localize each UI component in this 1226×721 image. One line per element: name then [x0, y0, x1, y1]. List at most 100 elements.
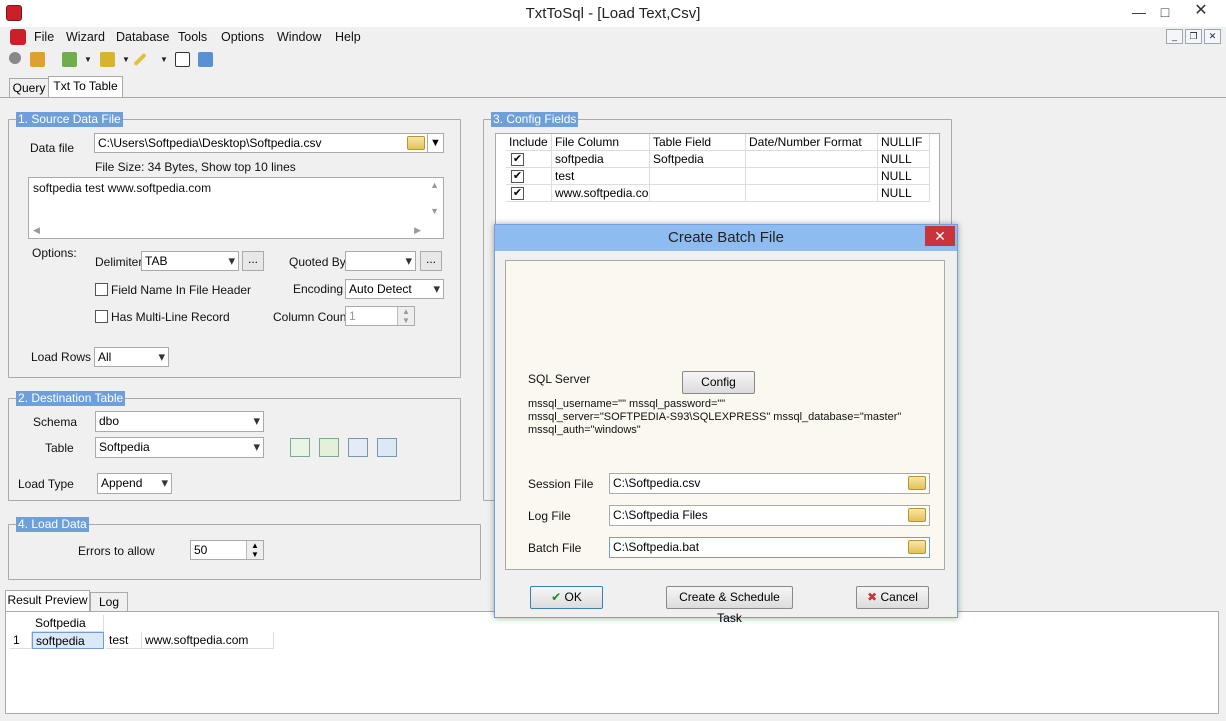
include-checkbox[interactable]: ✔: [511, 170, 524, 183]
tab-log[interactable]: Log: [90, 592, 128, 612]
data-file-dropdown[interactable]: ▼: [427, 133, 444, 153]
wand-dropdown-icon[interactable]: ▼: [160, 55, 168, 64]
preview-textarea[interactable]: softpedia test www.softpedia.com ▲ ▼ ◀ ▶: [28, 177, 444, 239]
dialog-close-button[interactable]: ✕: [925, 226, 955, 246]
field-name-header-checkbox[interactable]: [95, 283, 108, 296]
tab-query[interactable]: Query: [9, 78, 49, 98]
result-header[interactable]: Softpedia: [32, 615, 104, 632]
session-file-folder-icon[interactable]: [908, 476, 926, 490]
result-grid[interactable]: Softpedia 1 softpedia test www.softpedia…: [5, 611, 1219, 714]
load-icon[interactable]: [100, 52, 115, 67]
scroll-right-icon[interactable]: ▶: [414, 225, 421, 236]
scroll-up-icon[interactable]: ▲: [430, 180, 439, 190]
minimize-button[interactable]: —: [1126, 2, 1152, 22]
row-nullif[interactable]: NULL: [878, 185, 930, 202]
delimiter-select[interactable]: TAB: [141, 251, 239, 271]
result-cell[interactable]: softpedia: [32, 632, 104, 649]
menu-window[interactable]: Window: [277, 30, 321, 44]
delimiter-more-button[interactable]: ...: [242, 251, 264, 271]
batch-file-folder-icon[interactable]: [908, 540, 926, 554]
column-count-spinner[interactable]: 1 ▲ ▼: [345, 306, 415, 326]
qr-icon[interactable]: [175, 52, 190, 67]
batch-file-input[interactable]: C:\Softpedia.bat: [609, 537, 930, 558]
check-icon: ✔: [551, 590, 562, 604]
include-checkbox[interactable]: ✔: [511, 187, 524, 200]
ok-button-label: OK: [564, 590, 582, 604]
user-icon[interactable]: [30, 52, 45, 67]
mdi-restore-button[interactable]: ❐: [1185, 29, 1202, 44]
new-table-icon[interactable]: [290, 438, 310, 457]
row-file-column[interactable]: softpedia: [552, 151, 650, 168]
multi-line-checkbox[interactable]: [95, 310, 108, 323]
row-table-field[interactable]: Softpedia: [650, 151, 746, 168]
tab-txt-to-table[interactable]: Txt To Table: [48, 76, 123, 98]
menu-options[interactable]: Options: [221, 30, 264, 44]
errors-value: 50: [194, 543, 208, 557]
column-header-format[interactable]: Date/Number Format: [746, 134, 878, 151]
column-count-arrows-icon[interactable]: ▲ ▼: [397, 307, 414, 325]
scroll-left-icon[interactable]: ◀: [33, 225, 40, 236]
table-dropdown-icon[interactable]: ▼: [84, 55, 92, 64]
table-select[interactable]: Softpedia: [95, 437, 264, 458]
row-format[interactable]: [746, 151, 878, 168]
row-file-column[interactable]: test: [552, 168, 650, 185]
wand-icon[interactable]: [133, 52, 147, 67]
menu-wizard[interactable]: Wizard: [66, 30, 105, 44]
row-table-field[interactable]: [650, 185, 746, 202]
row-nullif[interactable]: NULL: [878, 168, 930, 185]
schema-label: Schema: [33, 415, 78, 429]
config-fields-grid[interactable]: Include File Column Table Field Date/Num…: [495, 133, 940, 231]
session-file-label: Session File: [528, 477, 594, 491]
row-format[interactable]: [746, 168, 878, 185]
row-file-column[interactable]: www.softpedia.com: [552, 185, 650, 202]
session-file-input[interactable]: C:\Softpedia.csv: [609, 473, 930, 494]
row-nullif[interactable]: NULL: [878, 151, 930, 168]
refresh-table-icon[interactable]: [319, 438, 339, 457]
tab-result-preview[interactable]: Result Preview: [5, 590, 90, 612]
encoding-select[interactable]: Auto Detect: [345, 279, 444, 299]
cancel-button[interactable]: ✖ Cancel: [856, 586, 929, 609]
menu-database[interactable]: Database: [116, 30, 170, 44]
columns-icon[interactable]: [377, 438, 397, 457]
scroll-down-icon[interactable]: ▼: [430, 206, 439, 216]
connect-icon[interactable]: [9, 52, 21, 64]
list-icon[interactable]: [198, 52, 213, 67]
result-cell[interactable]: www.softpedia.com: [142, 632, 274, 649]
column-count-value: 1: [349, 309, 356, 323]
table-icon[interactable]: [62, 52, 77, 67]
create-schedule-task-button[interactable]: Create & Schedule Task: [666, 586, 793, 625]
menu-help[interactable]: Help: [335, 30, 361, 44]
column-header-table-field[interactable]: Table Field: [650, 134, 746, 151]
column-header-file-column[interactable]: File Column: [552, 134, 650, 151]
mdi-close-button[interactable]: ✕: [1204, 29, 1221, 44]
connection-line-2: mssql_server="SOFTPEDIA-S93\SQLEXPRESS" …: [528, 411, 902, 423]
data-file-input[interactable]: C:\Users\Softpedia\Desktop\Softpedia.csv: [94, 133, 428, 153]
config-button[interactable]: Config: [682, 371, 755, 394]
document-icon[interactable]: [10, 29, 26, 45]
menu-bar: File Wizard Database Tools Options Windo…: [0, 27, 1226, 47]
row-format[interactable]: [746, 185, 878, 202]
ok-button[interactable]: ✔ OK: [530, 586, 603, 609]
result-cell[interactable]: test: [106, 632, 142, 649]
menu-file[interactable]: File: [34, 30, 54, 44]
view-table-icon[interactable]: [348, 438, 368, 457]
column-header-nullif[interactable]: NULLIF: [878, 134, 930, 151]
errors-arrows-icon[interactable]: ▲ ▼: [246, 541, 263, 559]
column-header-include[interactable]: Include: [506, 134, 552, 151]
load-type-select[interactable]: Append: [97, 473, 172, 494]
load-dropdown-icon[interactable]: ▼: [122, 55, 130, 64]
close-button[interactable]: ✕: [1178, 0, 1224, 22]
maximize-button[interactable]: □: [1152, 2, 1178, 22]
browse-folder-icon[interactable]: [407, 136, 425, 150]
errors-spinner[interactable]: 50 ▲ ▼: [190, 540, 264, 560]
quoted-by-more-button[interactable]: ...: [420, 251, 442, 271]
schema-select[interactable]: dbo: [95, 411, 264, 432]
mdi-minimize-button[interactable]: _: [1166, 29, 1183, 44]
log-file-folder-icon[interactable]: [908, 508, 926, 522]
quoted-by-select[interactable]: [345, 251, 416, 271]
row-table-field[interactable]: [650, 168, 746, 185]
load-rows-select[interactable]: All: [94, 347, 169, 367]
include-checkbox[interactable]: ✔: [511, 153, 524, 166]
menu-tools[interactable]: Tools: [178, 30, 207, 44]
log-file-input[interactable]: C:\Softpedia Files: [609, 505, 930, 526]
